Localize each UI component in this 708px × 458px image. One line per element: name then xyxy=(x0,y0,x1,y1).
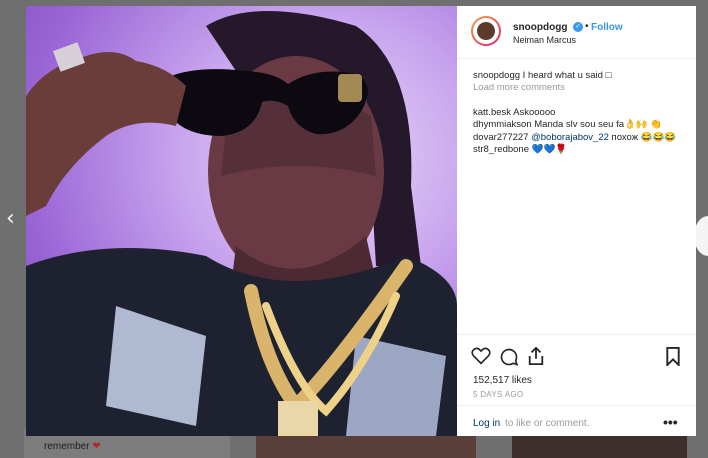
background-caption: remember ❤ xyxy=(44,441,101,452)
comment-text: Askooooo xyxy=(513,106,556,118)
comment-username[interactable]: dhymmiakson xyxy=(473,119,532,130)
bookmark-icon[interactable] xyxy=(665,347,681,366)
share-icon[interactable] xyxy=(527,346,545,366)
previous-arrow-icon[interactable]: ‹ xyxy=(6,206,15,231)
heart-emoji-icon: ❤ xyxy=(92,441,101,452)
load-more-comments-button[interactable]: Load more comments xyxy=(473,82,687,94)
verified-icon: ✓ xyxy=(573,22,583,32)
comment-username[interactable]: str8_redbone xyxy=(473,144,529,155)
comment-item: dovar277227 @boborajabov_22 похож 😂😂😂 xyxy=(473,132,687,144)
separator-dot: • xyxy=(585,21,589,32)
caption-username[interactable]: snoopdogg xyxy=(473,70,520,81)
photo-illustration xyxy=(26,11,457,436)
post-modal: snoopdogg ✓ • Follow Neiman Marcus snoop… xyxy=(26,6,696,436)
post-side-panel: snoopdogg ✓ • Follow Neiman Marcus snoop… xyxy=(457,6,696,436)
avatar[interactable] xyxy=(471,16,501,46)
comments-list: snoopdogg I heard what u said □ Load mor… xyxy=(473,70,687,156)
caption-text: I heard what u said □ xyxy=(522,70,612,81)
comment-item: dhymmiakson Manda slv sou seu fa👌🙌 👏 xyxy=(473,119,687,131)
avatar-ring xyxy=(473,18,499,44)
likes-count[interactable]: 152,517 likes xyxy=(473,375,532,386)
location-link[interactable]: Neiman Marcus xyxy=(513,35,576,45)
background-caption-text: remember xyxy=(44,441,90,452)
comment-username[interactable]: katt.besk xyxy=(473,107,511,118)
comment-mention[interactable]: @boborajabov_22 xyxy=(531,132,609,143)
comment-username[interactable]: dovar277227 xyxy=(473,132,528,143)
comment-item: str8_redbone 💙💙🌹 xyxy=(473,144,687,156)
comment-item: katt.besk Askooooo xyxy=(473,107,687,119)
heart-icon[interactable] xyxy=(471,347,491,365)
follow-button[interactable]: Follow xyxy=(591,22,623,33)
login-link[interactable]: Log in xyxy=(473,418,500,429)
avatar-image xyxy=(477,22,495,40)
comment-text: 💙💙🌹 xyxy=(531,144,568,156)
post-timestamp: 5 DAYS AGO xyxy=(473,390,524,399)
comment-text: Manda slv sou seu fa👌🙌 👏 xyxy=(534,119,663,131)
comment-text: похож 😂😂😂 xyxy=(611,131,677,143)
comment-icon[interactable] xyxy=(499,347,519,367)
next-arrow-button[interactable] xyxy=(694,216,708,256)
username-link[interactable]: snoopdogg xyxy=(513,22,567,33)
post-header: snoopdogg ✓ • Follow Neiman Marcus xyxy=(457,6,696,59)
login-prompt-text: to like or comment. xyxy=(505,418,590,429)
post-photo[interactable] xyxy=(26,6,457,436)
more-icon[interactable]: ••• xyxy=(663,414,678,430)
caption: snoopdogg I heard what u said □ xyxy=(473,70,687,82)
post-actions: 152,517 likes 5 DAYS AGO Log in to like … xyxy=(457,334,696,437)
login-row: Log in to like or comment. ••• xyxy=(457,405,696,438)
